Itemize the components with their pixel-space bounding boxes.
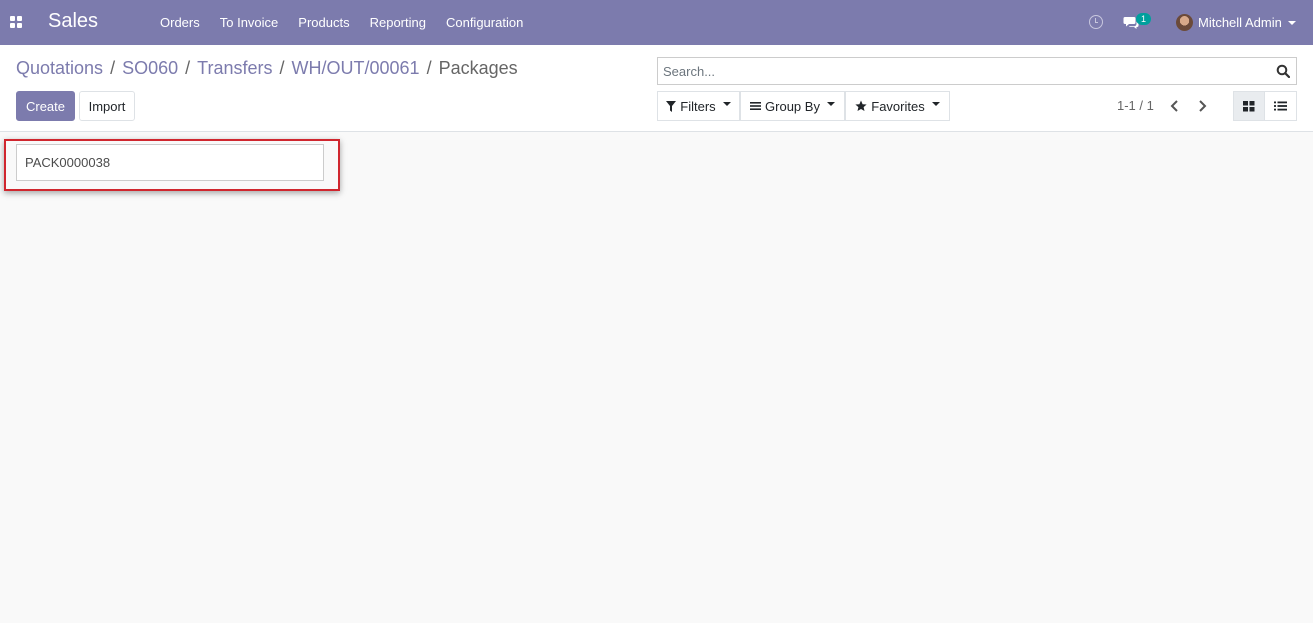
- breadcrumb-separator: /: [185, 58, 191, 78]
- chevron-right-icon[interactable]: [1195, 98, 1209, 114]
- main-menu: Orders To Invoice Products Reporting Con…: [150, 0, 533, 45]
- app-name[interactable]: Sales: [48, 10, 98, 33]
- breadcrumb: Quotations / SO060 / Transfers / WH/OUT/…: [16, 58, 518, 79]
- kanban-record-card[interactable]: PACK0000038: [16, 144, 324, 181]
- list-icon: [1274, 101, 1287, 111]
- chevron-down-icon: [1287, 20, 1296, 25]
- breadcrumb-transfers[interactable]: Transfers: [197, 58, 272, 79]
- breadcrumb-quotations[interactable]: Quotations: [16, 58, 103, 79]
- menu-item-configuration[interactable]: Configuration: [436, 0, 533, 45]
- bars-icon: [750, 101, 762, 111]
- list-view-button[interactable]: [1265, 91, 1297, 121]
- view-switcher: [1233, 91, 1297, 121]
- menu-item-orders[interactable]: Orders: [150, 0, 210, 45]
- menu-item-to-invoice[interactable]: To Invoice: [210, 0, 289, 45]
- create-button[interactable]: Create: [16, 91, 75, 121]
- menu-item-products[interactable]: Products: [288, 0, 359, 45]
- chat-badge: 1: [1136, 13, 1151, 25]
- search-icon[interactable]: [1276, 64, 1290, 78]
- import-button[interactable]: Import: [79, 91, 135, 121]
- breadcrumb-so060[interactable]: SO060: [122, 58, 178, 79]
- package-name: PACK0000038: [25, 155, 111, 170]
- chevron-down-icon: [931, 102, 940, 106]
- control-panel: Quotations / SO060 / Transfers / WH/OUT/…: [0, 45, 1313, 132]
- search-bar: [657, 57, 1297, 85]
- top-navbar: Sales Orders To Invoice Products Reporti…: [0, 0, 1313, 45]
- activity-clock-icon[interactable]: [1089, 15, 1103, 29]
- breadcrumb-separator: /: [110, 58, 116, 78]
- filters-label: Filters: [680, 98, 716, 114]
- apps-menu-icon[interactable]: [10, 16, 23, 28]
- favorites-label: Favorites: [871, 98, 925, 114]
- chevron-down-icon: [722, 102, 731, 106]
- breadcrumb-separator: /: [279, 58, 285, 78]
- user-name: Mitchell Admin: [1198, 15, 1282, 30]
- breadcrumb-separator: /: [426, 58, 432, 78]
- user-menu[interactable]: Mitchell Admin: [1176, 0, 1296, 45]
- kanban-icon: [1243, 100, 1255, 111]
- avatar: [1176, 14, 1193, 31]
- search-input[interactable]: [663, 62, 1263, 80]
- breadcrumb-wh-out[interactable]: WH/OUT/00061: [292, 58, 420, 79]
- group-by-label: Group By: [765, 98, 820, 114]
- menu-item-reporting[interactable]: Reporting: [360, 0, 436, 45]
- chevron-down-icon: [826, 102, 835, 106]
- pager-value[interactable]: 1-1 / 1: [1117, 98, 1154, 113]
- filter-icon: [666, 100, 677, 112]
- favorites-dropdown[interactable]: Favorites: [845, 91, 950, 121]
- kanban-view-button[interactable]: [1233, 91, 1265, 121]
- star-icon: [855, 100, 867, 112]
- chevron-left-icon[interactable]: [1168, 98, 1182, 114]
- filters-dropdown[interactable]: Filters: [657, 91, 740, 121]
- group-by-dropdown[interactable]: Group By: [740, 91, 845, 121]
- page-title: Packages: [438, 58, 518, 78]
- kanban-view: PACK0000038: [0, 132, 1313, 623]
